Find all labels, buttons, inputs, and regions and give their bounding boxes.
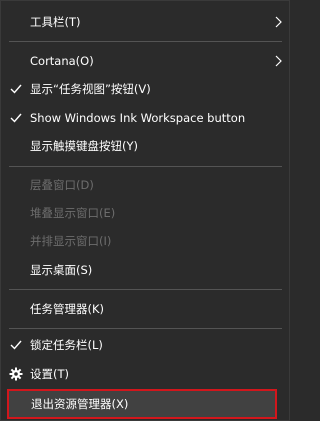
menu-item-cascade-windows: 层叠窗口(D) (1, 173, 289, 197)
menu-item-label: 堆叠显示窗口(E) (30, 206, 116, 220)
check-icon (10, 340, 22, 350)
menu-item-label: 退出资源管理器(X) (31, 397, 129, 411)
menu-item-lock-taskbar[interactable]: 锁定任务栏(L) (1, 333, 289, 357)
chevron-right-icon (275, 55, 282, 67)
menu-item-task-manager[interactable]: 任务管理器(K) (1, 297, 289, 321)
gear-icon (9, 367, 23, 381)
menu-item-label: 层叠窗口(D) (30, 178, 94, 192)
menu-item-label: 工具栏(T) (30, 15, 81, 29)
menu-item-label: Show Windows Ink Workspace button (30, 111, 246, 125)
menu-item-task-view-button[interactable]: 显示“任务视图”按钮(V) (1, 77, 289, 101)
menu-item-toolbar[interactable]: 工具栏(T) (1, 10, 289, 34)
menu-item-label: 显示“任务视图”按钮(V) (30, 82, 151, 96)
check-icon (10, 84, 22, 94)
menu-item-label: 锁定任务栏(L) (30, 338, 103, 352)
menu-separator (9, 166, 282, 167)
menu-item-label: 任务管理器(K) (30, 302, 105, 316)
check-icon (10, 113, 22, 123)
menu-item-touch-keyboard-button[interactable]: 显示触摸键盘按钮(Y) (1, 134, 289, 158)
menu-item-stacked-windows: 堆叠显示窗口(E) (1, 201, 289, 225)
menu-separator (9, 41, 282, 42)
menu-item-settings[interactable]: 设置(T) (1, 362, 289, 386)
menu-item-label: 显示桌面(S) (30, 263, 93, 277)
menu-separator (9, 328, 282, 329)
menu-item-label: 设置(T) (30, 367, 69, 381)
menu-item-side-by-side-windows: 并排显示窗口(I) (1, 229, 289, 253)
menu-item-ink-workspace-button[interactable]: Show Windows Ink Workspace button (1, 106, 289, 130)
menu-item-label: 显示触摸键盘按钮(Y) (30, 139, 138, 153)
menu-separator (9, 289, 282, 290)
taskbar-context-menu: 工具栏(T) Cortana(O) 显示“任务视图”按钮(V) Show Win… (0, 0, 290, 421)
menu-item-label: 并排显示窗口(I) (30, 234, 112, 248)
menu-item-label: Cortana(O) (30, 54, 94, 68)
menu-item-show-desktop[interactable]: 显示桌面(S) (1, 258, 289, 282)
menu-item-exit-explorer[interactable]: 退出资源管理器(X) (7, 389, 277, 419)
menu-item-cortana[interactable]: Cortana(O) (1, 49, 289, 73)
chevron-right-icon (275, 16, 282, 28)
